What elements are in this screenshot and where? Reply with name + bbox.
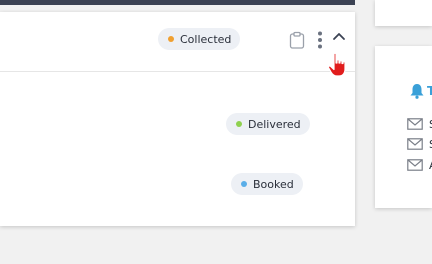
status-badge-label: Collected <box>180 32 232 46</box>
side-panel-item[interactable]: S <box>407 117 432 131</box>
envelope-icon <box>407 118 423 130</box>
status-badge-delivered: Delivered <box>226 113 310 135</box>
status-dot <box>241 181 247 187</box>
shipment-card: Collected Delivered Booked <box>0 12 355 226</box>
side-card-top <box>375 0 432 26</box>
side-panel-title-text: T <box>427 84 432 98</box>
status-dot <box>168 36 174 42</box>
kebab-menu-icon[interactable] <box>314 30 326 50</box>
clipboard-icon[interactable] <box>288 31 306 49</box>
bell-icon <box>410 84 424 99</box>
chevron-up-icon[interactable] <box>331 28 347 44</box>
envelope-icon <box>407 138 423 150</box>
side-panel-title[interactable]: T <box>408 82 432 100</box>
status-dot <box>236 121 242 127</box>
status-badge-booked: Booked <box>231 173 303 195</box>
status-badge-collected: Collected <box>158 28 241 50</box>
hand-pointer-cursor-icon <box>327 52 346 77</box>
envelope-icon <box>407 159 423 171</box>
side-panel: T S S A <box>375 46 432 208</box>
side-panel-item[interactable]: A <box>407 158 432 172</box>
status-badge-label: Delivered <box>248 117 301 131</box>
card-header[interactable]: Collected <box>0 12 355 72</box>
side-panel-item[interactable]: S <box>407 137 432 151</box>
top-bar <box>0 0 355 5</box>
page: Collected Delivered Booked T <box>0 0 432 264</box>
status-badge-label: Booked <box>253 177 294 191</box>
